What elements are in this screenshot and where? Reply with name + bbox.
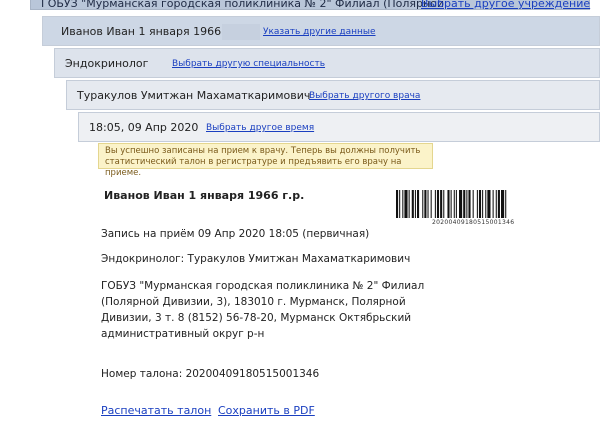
patient-row-name: Иванов Иван 1 января 1966 г.р. [61, 25, 245, 38]
patient-row: Иванов Иван 1 января 1966 г.р. Указать д… [42, 16, 600, 46]
save-pdf-link[interactable]: Сохранить в PDF [218, 404, 315, 417]
change-doctor-link[interactable]: Выбрать другого врача [309, 91, 420, 101]
clinic-address: ГОБУЗ "Мурманская городская поликлиника … [101, 278, 431, 342]
change-institution-link[interactable]: Выбрать другое учреждение [421, 0, 590, 10]
doctor-info: Эндокринолог: Туракулов Умитжан Махаматк… [101, 253, 411, 265]
specialty-row: Эндокринолог Выбрать другую специальност… [54, 48, 600, 78]
institution-header: ГОБУЗ "Мурманская городская поликлиника … [30, 0, 590, 10]
institution-name: ГОБУЗ "Мурманская городская поликлиника … [41, 0, 445, 10]
address-line: (Полярной Дивизии, 3), 183010 г. Мурманс… [101, 296, 406, 308]
change-patient-link[interactable]: Указать другие данные [263, 27, 376, 37]
appointment-info: Запись на приём 09 Апр 2020 18:05 (перви… [101, 228, 370, 240]
specialty-name: Эндокринолог [65, 57, 149, 70]
success-notice: Вы успешно записаны на прием к врачу. Те… [98, 143, 433, 178]
address-line: Дивизии, 3 т. 8 (8152) 56-78-20, Мурманс… [101, 312, 412, 324]
ticket-patient-name: Иванов Иван 1 января 1966 г.р. [104, 189, 305, 202]
print-ticket-link[interactable]: Распечатать талон [101, 404, 211, 417]
doctor-row: Туракулов Умитжан Махаматкаримович Выбра… [66, 80, 600, 110]
change-time-link[interactable]: Выбрать другое время [206, 123, 314, 133]
ticket-number: Номер талона: 20200409180515001346 [101, 368, 320, 380]
barcode-number: 20200409180515001346 [432, 219, 515, 226]
redaction-block [222, 24, 260, 40]
appointment-time: 18:05, 09 Апр 2020 [89, 121, 199, 134]
time-row: 18:05, 09 Апр 2020 Выбрать другое время [78, 112, 600, 142]
address-line: ГОБУЗ "Мурманская городская поликлиника … [101, 280, 425, 292]
doctor-name: Туракулов Умитжан Махаматкаримович [77, 89, 311, 102]
notice-line-2: статистический талон в регистратуре и пр… [105, 157, 402, 178]
address-line: административный округ р-н [101, 328, 265, 340]
change-specialty-link[interactable]: Выбрать другую специальность [172, 59, 325, 69]
barcode-image [396, 190, 507, 218]
notice-line-1: Вы успешно записаны на прием к врачу. Те… [105, 146, 421, 156]
